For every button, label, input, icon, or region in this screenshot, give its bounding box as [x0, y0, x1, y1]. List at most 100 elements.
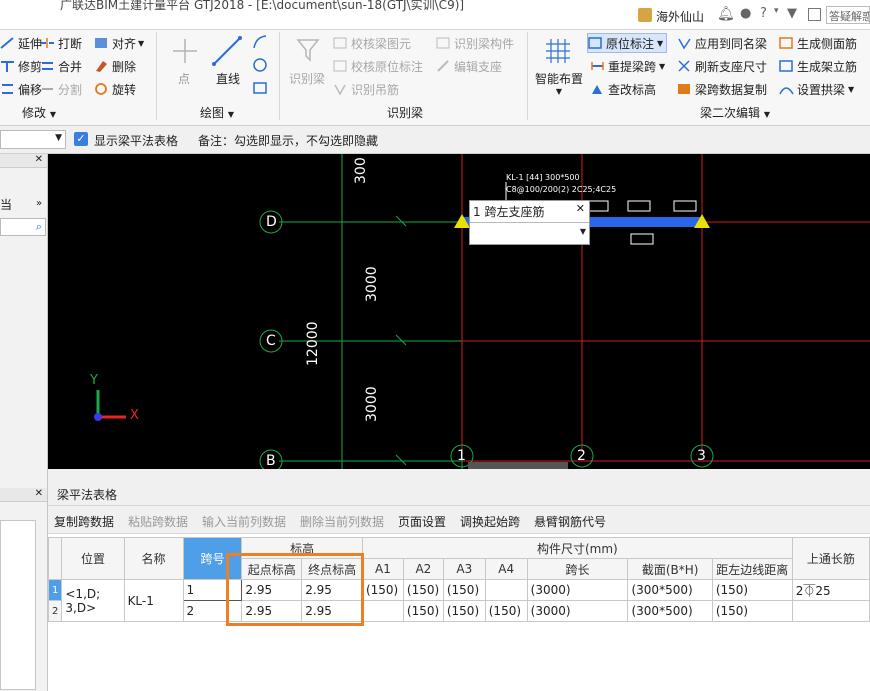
header-edge-distance[interactable]: 距左边线距离	[711, 558, 793, 580]
point-button[interactable]: 点	[178, 70, 190, 87]
merge-button[interactable]: 合并	[40, 56, 82, 76]
show-table-checkbox[interactable]: ✓	[74, 132, 88, 146]
avatar[interactable]	[638, 8, 652, 22]
split-button[interactable]: 分割	[40, 79, 82, 99]
delete-column-data-btn[interactable]: 删除当前列数据	[300, 513, 384, 530]
group-label-beam2[interactable]: 梁二次编辑 ▼	[700, 104, 770, 121]
close-icon[interactable]: ✕	[35, 488, 43, 499]
help-icon[interactable]: ?	[760, 6, 767, 21]
copy-span-data-btn[interactable]: 复制跨数据	[54, 513, 114, 530]
header-a2[interactable]: A2	[402, 558, 444, 580]
property-list[interactable]	[0, 520, 36, 690]
annotation-popup[interactable]: 1 跨左支座筋 ✕ ▼	[469, 200, 590, 245]
cell-a1[interactable]: (150)	[361, 579, 404, 601]
cantilever-code-btn[interactable]: 悬臂钢筋代号	[534, 513, 606, 530]
username[interactable]: 海外仙山	[656, 8, 704, 25]
annotation-box[interactable]	[673, 200, 697, 212]
cell-span-length[interactable]: (3000)	[526, 600, 629, 622]
input-column-data-btn[interactable]: 输入当前列数据	[202, 513, 286, 530]
delete-button[interactable]: 删除	[94, 56, 136, 76]
copy-span-data-button[interactable]: 梁跨数据复制	[677, 79, 767, 99]
cell-a2[interactable]: (150)	[402, 600, 444, 622]
circle-icon[interactable]	[252, 57, 268, 73]
header-span-length[interactable]: 跨长	[526, 558, 629, 580]
cell-span-length[interactable]: (3000)	[526, 579, 629, 601]
recognize-beam-icon[interactable]	[294, 36, 322, 64]
beam-table[interactable]: 位置 名称 跨号 标高 构件尺寸(mm) 上通长筋 起点标高 终点标高 A1 A…	[47, 537, 870, 622]
re-extract-span-button[interactable]: 重提梁跨 ▼	[590, 56, 665, 76]
cell-edge-distance[interactable]: (150)	[711, 600, 793, 622]
beam-label[interactable]: KL-1 [44] 300*500	[506, 173, 580, 182]
line-icon[interactable]	[210, 34, 244, 68]
in-situ-annotation-button[interactable]: 原位标注 ▼	[587, 33, 668, 53]
cell-a3[interactable]: (150)	[442, 579, 486, 601]
recognize-beam-button[interactable]: 识别梁	[289, 70, 325, 87]
cell-top-rebar[interactable]	[791, 600, 870, 622]
align-button[interactable]: 对齐 ▼	[94, 33, 144, 53]
header-a3[interactable]: A3	[442, 558, 486, 580]
check-beam-element-button[interactable]: 校核梁图元	[333, 33, 411, 53]
group-label-draw[interactable]: 绘图 ▼	[200, 104, 234, 121]
chevron-right-icon[interactable]: »	[36, 198, 42, 209]
close-icon[interactable]: ✕	[576, 202, 585, 215]
page-setup-btn[interactable]: 页面设置	[398, 513, 446, 530]
shirt-icon[interactable]: ▼	[787, 6, 797, 21]
cell-a1[interactable]	[361, 600, 404, 622]
row-number[interactable]: 1	[47, 579, 63, 601]
popup-input[interactable]: ▼	[470, 222, 589, 244]
header-position[interactable]: 位置	[61, 537, 125, 580]
layer-select[interactable]: ▼	[0, 130, 66, 149]
annotation-box[interactable]	[627, 200, 651, 212]
set-arch-beam-button[interactable]: 设置拱梁 ▼	[779, 79, 854, 99]
apply-same-name-button[interactable]: 应用到同名梁	[677, 33, 767, 53]
canvas-splitter-handle[interactable]	[468, 462, 568, 469]
swap-start-span-btn[interactable]: 调换起始跨	[460, 513, 520, 530]
paste-span-data-btn[interactable]: 粘贴跨数据	[128, 513, 188, 530]
header-top-rebar[interactable]: 上通长筋	[791, 537, 870, 580]
cell-a4[interactable]	[484, 579, 528, 601]
drawing-canvas[interactable]: D C B 1 2 3 300 3000 3000 12000 KL-1 [44…	[48, 154, 870, 469]
smart-layout-icon[interactable]	[543, 36, 573, 66]
edit-support-button[interactable]: 编辑支座	[436, 56, 502, 76]
cell-a4[interactable]: (150)	[484, 600, 528, 622]
header-a1[interactable]: A1	[361, 558, 404, 580]
recognize-beam-component-button[interactable]: 识别梁构件	[436, 33, 514, 53]
header-section[interactable]: 截面(B*H)	[627, 558, 713, 580]
point-icon[interactable]	[170, 36, 200, 66]
cell-a2[interactable]: (150)	[402, 579, 444, 601]
header-a4[interactable]: A4	[484, 558, 528, 580]
refresh-support-button[interactable]: 刷新支座尺寸	[677, 56, 767, 76]
check-in-situ-button[interactable]: 校核原位标注	[333, 56, 423, 76]
cell-position[interactable]: <1,D; 3,D>	[61, 579, 125, 622]
beam-rebar-label[interactable]: C8@100/200(2) 2C25;4C25	[506, 185, 616, 194]
panel-tab[interactable]: 当	[0, 196, 12, 213]
upload-icon[interactable]	[808, 8, 821, 21]
panel-search-input[interactable]: ⌕	[0, 218, 46, 236]
search-input[interactable]: 答疑解惑	[826, 6, 870, 24]
check-elevation-button[interactable]: 查改标高	[590, 79, 656, 99]
break-button[interactable]: 打断	[40, 33, 82, 53]
bell-icon[interactable]: 🔔︎	[717, 6, 735, 22]
cell-name[interactable]: KL-1	[123, 579, 184, 622]
chevron-down-icon[interactable]: ▾	[774, 6, 779, 16]
rotate-button[interactable]: 旋转	[94, 79, 136, 99]
message-icon[interactable]: ●	[740, 6, 751, 21]
cell-section[interactable]: (300*500)	[627, 579, 713, 601]
group-label-modify[interactable]: 修改 ▼	[22, 104, 56, 121]
rectangle-icon[interactable]	[252, 80, 268, 96]
cell-section[interactable]: (300*500)	[627, 600, 713, 622]
offset-button[interactable]: 偏移	[0, 79, 42, 99]
annotation-box[interactable]	[630, 233, 654, 245]
cell-top-rebar[interactable]: 2⏁25	[791, 579, 870, 601]
gen-side-rebar-button[interactable]: 生成侧面筋	[779, 33, 857, 53]
smart-layout-button[interactable]: 智能布置 ▼	[535, 70, 583, 96]
gen-erection-rebar-button[interactable]: 生成架立筋	[779, 56, 857, 76]
extend-button[interactable]: 延伸	[0, 33, 42, 53]
recognize-hanger-button[interactable]: 识别吊筋	[333, 79, 399, 99]
cell-a3[interactable]: (150)	[442, 600, 486, 622]
splitter[interactable]	[48, 469, 870, 480]
close-icon[interactable]: ✕	[35, 154, 43, 165]
header-name[interactable]: 名称	[123, 537, 184, 580]
cell-edge-distance[interactable]: (150)	[711, 579, 793, 601]
arc-icon[interactable]	[252, 34, 268, 50]
